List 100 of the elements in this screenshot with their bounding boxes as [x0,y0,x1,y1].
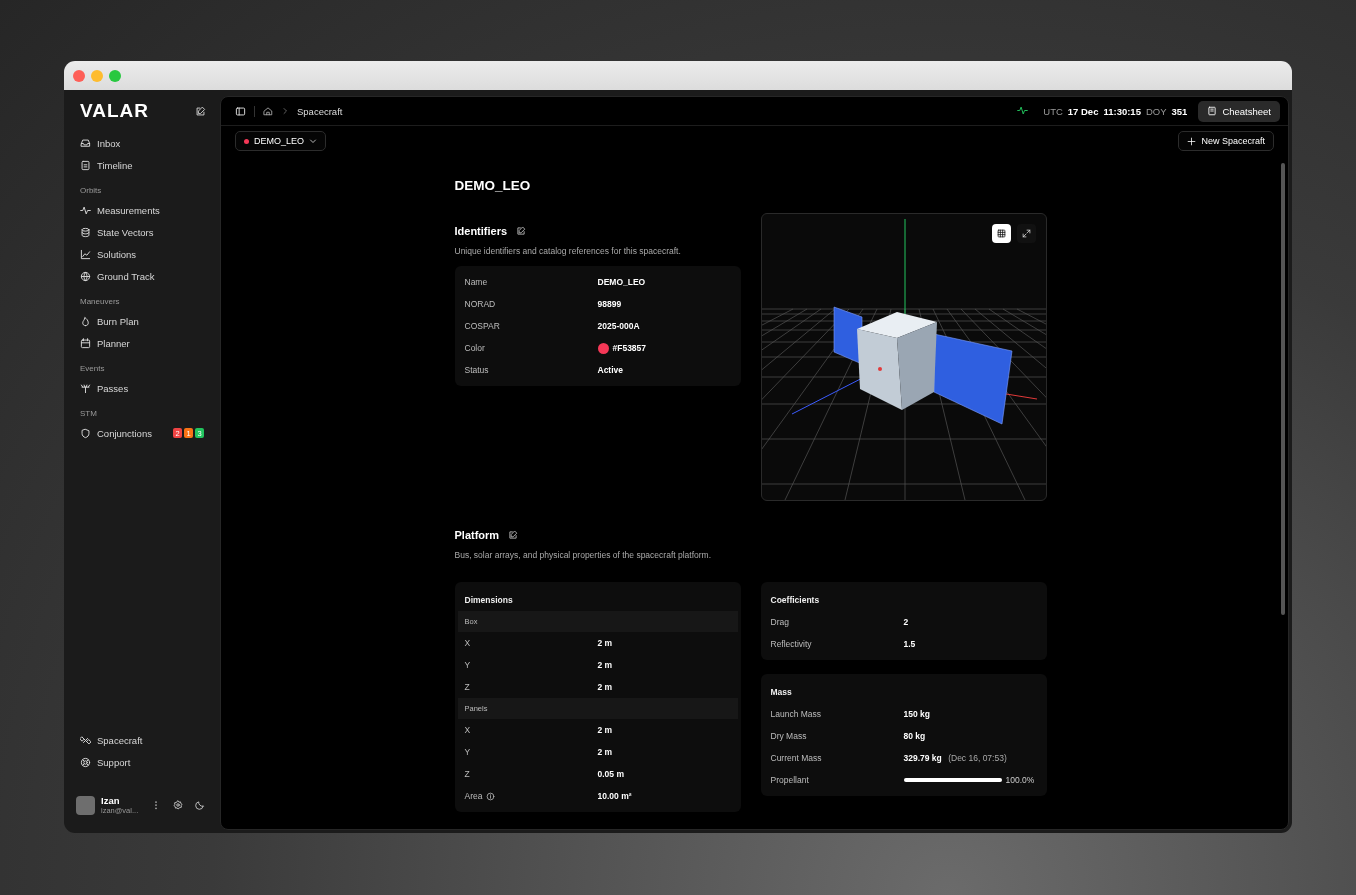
propellant-reading: 100.0% [1005,775,1035,785]
field-label: X [464,725,471,735]
nav-item[interactable]: Burn Plan [97,315,139,327]
field-label: Launch Mass [770,709,823,719]
section-heading: Maneuvers [79,296,121,308]
field-label: COSPAR [464,321,501,331]
doy-value: 351 [1171,105,1188,117]
pulse-icon [1017,104,1029,116]
antenna-icon [80,382,91,394]
field-label: Drag [770,617,790,627]
shield-icon [80,427,91,439]
edit-button[interactable] [508,530,519,540]
field-value: 2 [903,617,909,627]
doy-label: DOY [1145,105,1167,117]
database-icon [80,226,91,238]
expand-icon [1021,229,1031,238]
field-value: 1.5 [903,639,916,649]
field-value: 0.05 m [597,769,625,779]
home-icon [263,106,273,116]
brand-logo: VALAR [80,100,150,122]
field-label: X [464,638,471,648]
nav-item[interactable]: Spacecraft [97,734,143,746]
field-label: Color [464,343,486,353]
nav-item[interactable]: Inbox [97,137,121,149]
card-title: Dimensions [463,594,514,607]
field-value: 80 kg [903,731,927,741]
field-label: Area [464,791,483,801]
chevron-right-icon [281,107,289,115]
book-icon [1207,106,1218,116]
field-value: 10.00 m² [597,791,633,801]
field-value: DEMO_LEO [597,277,646,287]
nav-item[interactable]: State Vectors [97,226,154,238]
inbox-icon [80,137,91,149]
moon-icon [195,800,205,810]
edit-icon [195,105,206,117]
nav-item[interactable]: Measurements [97,204,160,216]
spacecraft-dropdown[interactable]: DEMO_LEO [235,131,326,151]
section-title: Identifiers [454,225,508,237]
edit-icon [516,226,527,236]
new-spacecraft-button[interactable]: New Spacecraft [1178,131,1274,151]
scrollbar[interactable] [1281,163,1285,615]
section-description: Bus, solar arrays, and physical properties of the spacecraft platform. [454,550,713,560]
time-text: 11:30:15 [1103,105,1141,117]
section-heading: STM [79,408,98,420]
grid-icon [996,229,1006,238]
compose-button[interactable] [195,105,206,117]
field-value: 2 m [597,682,614,692]
card-title: Coefficients [769,594,821,607]
lifebuoy-icon [80,756,91,768]
plus-icon [1187,136,1197,146]
sidebar-toggle-button[interactable] [235,105,246,117]
date-text: 17 Dec [1067,105,1099,117]
utc-label: UTC [1043,105,1063,117]
field-value: 2 m [597,747,614,757]
field-value: 2 m [597,725,614,735]
avatar[interactable] [76,795,95,815]
nav-item[interactable]: Conjunctions [97,427,152,439]
pulse-icon [80,204,91,216]
globe-icon [80,270,91,282]
nav-item[interactable]: Timeline [97,159,133,171]
cheatsheet-button[interactable]: Cheatsheet [1198,100,1280,122]
field-value: #F53857 [612,343,647,353]
chevron-down-icon [309,137,317,145]
nav-item[interactable]: Ground Track [97,270,155,282]
card-title: Mass [769,686,793,699]
breadcrumb-link[interactable]: Spacecraft [297,105,343,117]
nav-item[interactable]: Planner [97,337,130,349]
field-label: Y [464,747,471,757]
section-title: Platform [454,529,500,541]
section-description: Unique identifiers and catalog references for this spacecraft. [454,246,682,256]
field-label: Status [464,365,490,375]
line-chart-icon [80,248,91,260]
field-label: Y [464,660,471,670]
settings-icon [173,800,183,810]
field-label: Z [464,769,470,779]
nav-item[interactable]: Passes [97,382,129,394]
nav-item[interactable]: Support [97,756,131,768]
user-name: Izan [101,795,121,806]
field-value: 2 m [597,660,614,670]
field-value: 329.79 kg (Dec 16, 07:53) [903,753,1008,763]
field-label: Z [464,682,470,692]
grid-toggle-button[interactable] [991,224,1011,243]
document-icon [80,159,91,171]
field-label: Name [464,277,489,287]
section-heading: Events [79,363,106,375]
field-label: Current Mass [770,753,823,763]
page-title: DEMO_LEO [454,178,532,193]
edit-icon [508,530,519,540]
field-value: 150 kg [903,709,931,719]
section-heading: Orbits [79,185,103,197]
field-label: NORAD [464,299,497,309]
edit-button[interactable] [516,226,527,236]
expand-button[interactable] [1016,224,1036,243]
panel-icon [235,105,246,117]
nav-item[interactable]: Solutions [97,248,137,260]
field-label: Reflectivity [770,639,813,649]
calendar-icon [80,337,91,349]
field-label: Dry Mass [770,731,808,741]
home-button[interactable] [263,106,273,116]
field-value: Active [597,365,623,375]
